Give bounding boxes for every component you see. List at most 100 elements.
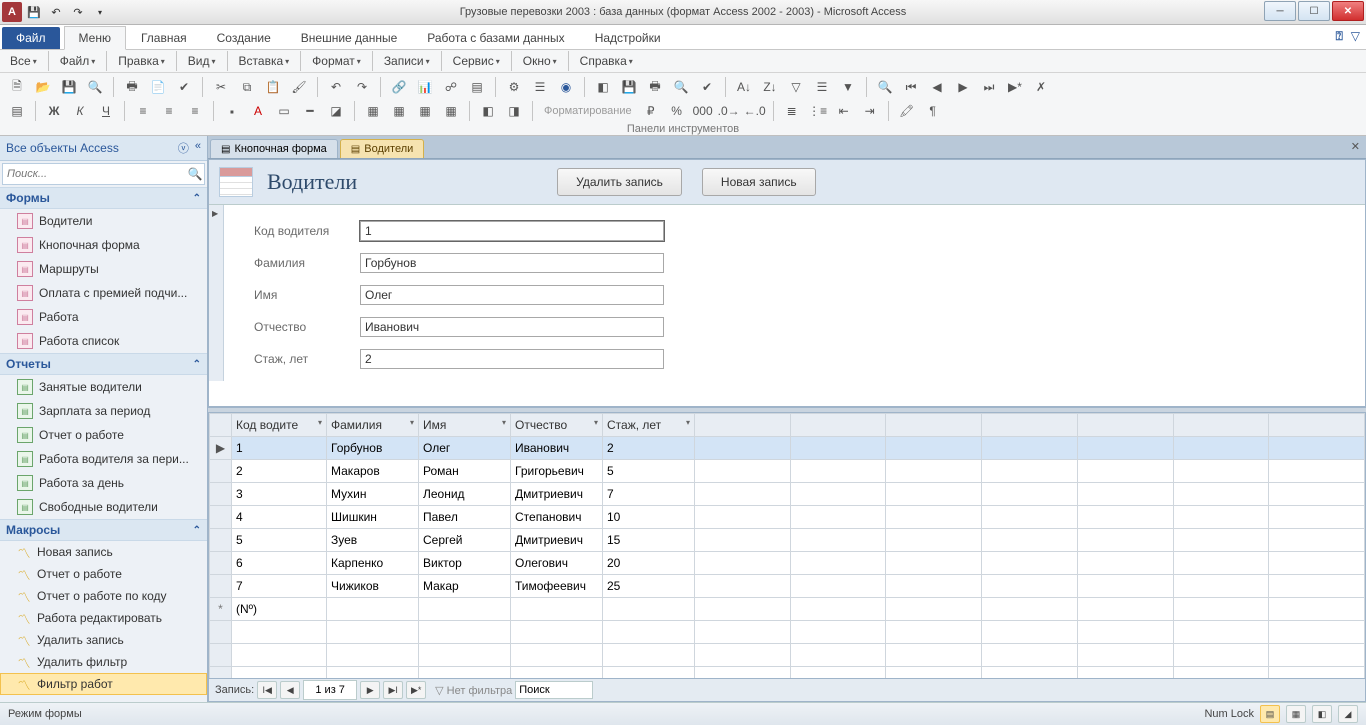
nav-dropdown-icon[interactable]: ⓥ — [178, 140, 189, 156]
column-header[interactable]: Стаж, лет▾ — [603, 414, 695, 437]
cell[interactable]: 20 — [603, 552, 695, 575]
nav-item[interactable]: ▤Водители — [0, 209, 207, 233]
sort-asc-icon[interactable]: A↓ — [733, 76, 755, 98]
first-record-button[interactable]: I◀ — [257, 681, 277, 699]
cell[interactable]: Макаров — [327, 460, 419, 483]
cell[interactable]: Олегович — [511, 552, 603, 575]
cell[interactable]: Степанович — [511, 506, 603, 529]
gridlines-icon-3[interactable]: ▦ — [414, 100, 436, 122]
cell[interactable]: (Nº) — [232, 598, 327, 621]
maximize-button[interactable]: ☐ — [1298, 1, 1330, 21]
menu-item-6[interactable]: Записи▾ — [380, 52, 434, 70]
cell[interactable]: 15 — [603, 529, 695, 552]
nav-item[interactable]: ▤Работа список — [0, 329, 207, 353]
ribbon-tab-1[interactable]: Главная — [126, 26, 202, 49]
nav-item[interactable]: 〽︎Новая запись — [0, 541, 207, 563]
last-record-icon[interactable]: ⏭ — [978, 76, 1000, 98]
datasheet-view-icon[interactable]: ▦ — [1286, 705, 1306, 723]
table-row[interactable]: 6КарпенкоВикторОлегович20 — [210, 552, 1365, 575]
nav-item[interactable]: 〽︎Фильтр работ — [0, 673, 207, 695]
cell[interactable]: Карпенко — [327, 552, 419, 575]
ribbon-tab-0[interactable]: Меню — [64, 26, 126, 50]
cell[interactable]: Виктор — [419, 552, 511, 575]
nav-item[interactable]: ▤Свободные водители — [0, 495, 207, 519]
find-icon[interactable]: 🔍 — [670, 76, 692, 98]
menu-item-8[interactable]: Окно▾ — [519, 52, 561, 70]
nav-search-input[interactable] — [3, 168, 186, 180]
help-icon[interactable]: ⍰ — [1336, 29, 1343, 44]
percent-icon[interactable]: % — [666, 100, 688, 122]
save-record-icon[interactable]: 💾 — [618, 76, 640, 98]
table-row[interactable]: ▶1ГорбуновОлегИванович2 — [210, 437, 1365, 460]
close-button[interactable]: ✕ — [1332, 1, 1364, 21]
design-view-icon[interactable]: ◢ — [1338, 705, 1358, 723]
cell[interactable]: Дмитриевич — [511, 483, 603, 506]
nav-item[interactable]: 〽︎Удалить запись — [0, 629, 207, 651]
menu-item-1[interactable]: Файл▾ — [56, 52, 100, 70]
menu-item-9[interactable]: Справка▾ — [576, 52, 637, 70]
undo-icon[interactable]: ↶ — [46, 2, 66, 22]
doc-tab-1[interactable]: ▤Водители — [340, 139, 424, 158]
record-position-input[interactable] — [303, 680, 357, 700]
menu-item-2[interactable]: Правка▾ — [114, 52, 169, 70]
cell[interactable]: 1 — [232, 437, 327, 460]
code-icon[interactable]: ⚙︎ — [503, 76, 525, 98]
menu-item-0[interactable]: Все▾ — [6, 52, 41, 70]
row-selector[interactable] — [210, 552, 232, 575]
cell[interactable]: Леонид — [419, 483, 511, 506]
cell[interactable]: Сергей — [419, 529, 511, 552]
cell[interactable]: 2 — [603, 437, 695, 460]
delete-record-icon[interactable]: ✗ — [1030, 76, 1052, 98]
record-selector[interactable] — [209, 205, 224, 381]
cell-effect-icon[interactable]: ◨ — [503, 100, 525, 122]
cut-icon[interactable]: ✂︎ — [210, 76, 232, 98]
underline-icon[interactable]: Ч — [95, 100, 117, 122]
nav-pane-header[interactable]: Все объекты Access ⓥ « — [0, 136, 207, 161]
ribbon-tab-5[interactable]: Надстройки — [580, 26, 676, 49]
last-record-button[interactable]: ▶I — [383, 681, 403, 699]
file-tab[interactable]: Файл — [2, 27, 60, 49]
row-selector[interactable] — [210, 506, 232, 529]
nav-item[interactable]: ▤Работа за день — [0, 471, 207, 495]
select-all-cell[interactable] — [210, 414, 232, 437]
cell[interactable]: Горбунов — [327, 437, 419, 460]
bullet-list-icon[interactable]: ⋮≡ — [807, 100, 829, 122]
cell[interactable]: 5 — [603, 460, 695, 483]
nav-item[interactable]: ▤Занятые водители — [0, 375, 207, 399]
cell[interactable]: Роман — [419, 460, 511, 483]
help-icon[interactable]: ◉ — [555, 76, 577, 98]
row-selector[interactable] — [210, 529, 232, 552]
row-selector[interactable] — [210, 483, 232, 506]
print-icon[interactable]: 🖶 — [121, 76, 143, 98]
chart-icon[interactable]: 📊 — [414, 76, 436, 98]
row-selector[interactable] — [210, 460, 232, 483]
nav-item[interactable]: 〽︎Работа редактировать — [0, 607, 207, 629]
special-effect-icon[interactable]: ◪ — [325, 100, 347, 122]
cell[interactable]: 25 — [603, 575, 695, 598]
first-record-icon[interactable]: ⏮ — [900, 76, 922, 98]
cell[interactable]: 4 — [232, 506, 327, 529]
close-tab-icon[interactable]: ✕ — [1351, 140, 1360, 153]
layout-view-icon[interactable]: ◧ — [1312, 705, 1332, 723]
nav-item[interactable]: ▤Маршруты — [0, 257, 207, 281]
ribbon-tab-4[interactable]: Работа с базами данных — [412, 26, 579, 49]
save-icon[interactable]: 💾 — [24, 2, 44, 22]
line-color-icon[interactable]: ▭ — [273, 100, 295, 122]
cell[interactable]: Олег — [419, 437, 511, 460]
table-row[interactable]: 5ЗуевСергейДмитриевич15 — [210, 529, 1365, 552]
prev-record-button[interactable]: ◀ — [280, 681, 300, 699]
ribbon-tab-2[interactable]: Создание — [202, 26, 286, 49]
column-header[interactable]: Код водите▾ — [232, 414, 327, 437]
menu-item-4[interactable]: Вставка▾ — [235, 52, 294, 70]
field-input-3[interactable] — [360, 317, 664, 337]
open-icon[interactable]: 📂 — [32, 76, 54, 98]
filter-by-selection-icon[interactable]: ▽ — [785, 76, 807, 98]
hyperlink-icon[interactable]: 🔗 — [388, 76, 410, 98]
properties-icon[interactable]: ☰ — [529, 76, 551, 98]
nav-item[interactable]: ▤Отчет о работе — [0, 423, 207, 447]
redo-icon[interactable]: ↷ — [351, 76, 373, 98]
cell[interactable]: 7 — [603, 483, 695, 506]
new-row[interactable]: (Nº) — [210, 598, 1365, 621]
prev-record-icon[interactable]: ◀ — [926, 76, 948, 98]
decrease-indent-icon[interactable]: ⇤ — [833, 100, 855, 122]
